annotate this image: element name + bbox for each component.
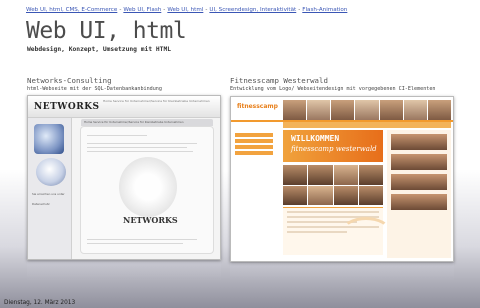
grid-photo	[333, 185, 358, 205]
text-line	[87, 151, 193, 152]
screenshot-reflection	[230, 263, 454, 281]
text-line	[87, 243, 183, 244]
banner-brand-text: fitnesscamp westerwald	[291, 145, 377, 153]
side-photo	[391, 154, 447, 170]
screenshot-networks-consulting[interactable]: NETWORKS Home Service für Unternehmer/Se…	[27, 95, 221, 260]
header-photo	[331, 100, 355, 120]
screenshot-content-panel: Home Service für Unternehmer/Service für…	[80, 119, 214, 254]
side-photo	[391, 194, 447, 210]
screenshot-left-nav	[231, 125, 279, 261]
page-subtitle: Webdesign, Konzept, Umsetzung mit HTML	[27, 46, 172, 53]
nav-bar-item	[235, 133, 273, 137]
header-photo	[427, 100, 451, 120]
header-photo	[307, 100, 331, 120]
nav-bar-item	[235, 139, 273, 143]
networks-logo: NETWORKS	[34, 102, 100, 112]
nav-separator: -	[205, 7, 208, 13]
nav-link-web-ui-html[interactable]: Web UI, html	[167, 7, 203, 13]
grid-photo	[358, 165, 383, 185]
decorative-swirl	[341, 217, 391, 247]
side-photo	[391, 174, 447, 190]
nav-separator: -	[163, 7, 166, 13]
screenshot-header: NETWORKS Home Service für Unternehmer/Se…	[28, 96, 220, 118]
nav-link-ui-screendesign[interactable]: UI, Screendesign, Interaktivität	[209, 7, 296, 13]
fitnesscamp-logo: fitnesscamp	[237, 103, 278, 110]
sidebar-text-contact: Sie erreichen uns unter	[32, 192, 65, 196]
screenshot-nav: Home Service für Unternehmer/Service für…	[81, 119, 213, 126]
nav-bar-item	[235, 145, 273, 149]
text-line	[87, 147, 187, 148]
header-photo	[283, 100, 307, 120]
top-navigation: Web UI, html, CMS, E-Commerce - Web UI, Fl…	[26, 7, 466, 13]
text-line	[287, 211, 379, 213]
screenshot-header: fitnesscamp	[231, 97, 453, 122]
footer-date: Dienstag, 12. März 2013	[4, 300, 76, 306]
text-line	[87, 239, 197, 240]
screenshot-menu-bar	[283, 122, 451, 128]
side-photo	[391, 134, 447, 150]
grid-photo	[283, 165, 308, 185]
project-desc-networks: html-Webseite mit der SQL-Datenbankanbin…	[27, 86, 162, 92]
networks-watermark-logo: NETWORKS	[123, 215, 178, 225]
grid-photo	[283, 185, 308, 205]
header-photo	[379, 100, 403, 120]
nav-separator: -	[298, 7, 301, 13]
page-title: Web UI, html	[26, 18, 187, 44]
text-line	[287, 231, 347, 233]
text-line	[87, 135, 147, 136]
nav-separator: -	[119, 7, 122, 13]
nav-link-web-ui-html-cms[interactable]: Web UI, html, CMS, E-Commerce	[26, 7, 117, 13]
screenshot-fitnesscamp-westerwald[interactable]: fitnesscamp WILLKOMMEN fitnesscamp weste…	[230, 96, 454, 262]
screenshot-sidebar: Sie erreichen uns unter Datenschutz	[28, 118, 72, 259]
project-title-networks: Networks-Consulting	[27, 76, 112, 85]
grid-photo	[308, 185, 333, 205]
nav-link-web-ui-flash[interactable]: Web UI, Flash	[123, 7, 161, 13]
screenshot-reflection	[27, 262, 221, 280]
photo-grid	[283, 165, 383, 205]
nav-bar-item	[235, 151, 273, 155]
text-line	[87, 143, 197, 144]
welcome-banner: WILLKOMMEN fitnesscamp westerwald	[283, 130, 383, 162]
face-watermark-image	[119, 157, 177, 217]
grid-photo	[358, 185, 383, 205]
globe-image	[34, 124, 64, 154]
project-title-fitnesscamp: Fitnesscamp Westerwald	[230, 76, 328, 85]
banner-welcome-text: WILLKOMMEN	[291, 134, 340, 143]
sphere-image	[36, 158, 66, 186]
header-photo-strip	[283, 100, 451, 120]
screenshot-tagline: Home Service für Unternehmer/Service für…	[103, 99, 210, 103]
header-photo	[355, 100, 379, 120]
screenshot-right-column	[387, 130, 451, 258]
header-photo	[403, 100, 427, 120]
sidebar-text-privacy: Datenschutz	[32, 202, 50, 206]
grid-photo	[308, 165, 333, 185]
grid-photo	[333, 165, 358, 185]
nav-link-flash-animation[interactable]: Flash-Animation	[302, 7, 347, 13]
project-desc-fitnesscamp: Entwicklung vom Logo/ Webseitendesign mi…	[230, 86, 436, 92]
